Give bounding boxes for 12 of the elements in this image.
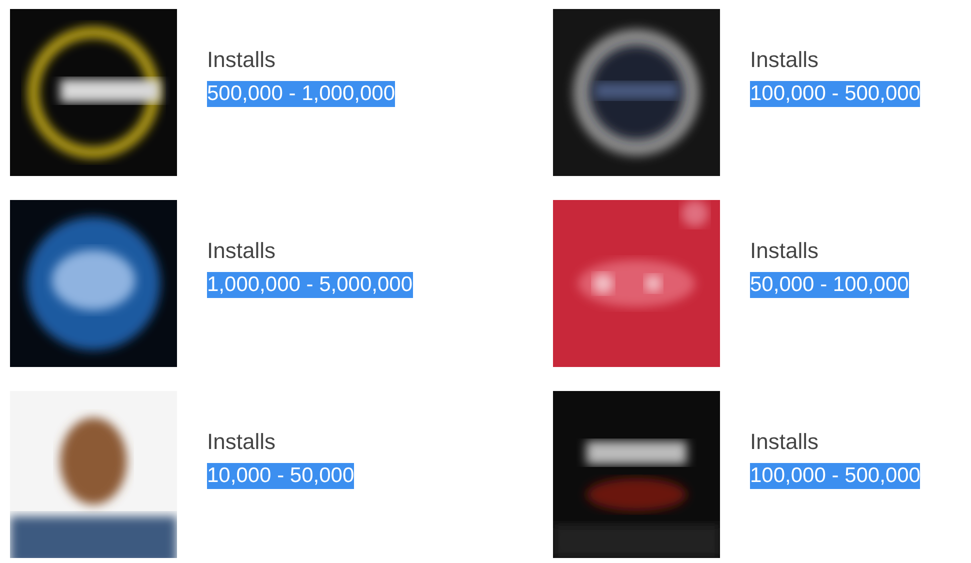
install-count: 10,000 - 50,000: [207, 463, 354, 489]
installs-label: Installs: [750, 429, 820, 455]
install-count: 100,000 - 500,000: [750, 81, 920, 107]
installs-label: Installs: [750, 47, 820, 73]
installs-label: Installs: [207, 429, 276, 455]
install-count: 500,000 - 1,000,000: [207, 81, 395, 107]
installs-label: Installs: [750, 238, 820, 264]
installs-label: Installs: [207, 47, 276, 73]
install-count: 100,000 - 500,000: [750, 463, 920, 489]
installs-label: Installs: [207, 238, 276, 264]
install-count: 50,000 - 100,000: [750, 272, 909, 298]
install-count: 1,000,000 - 5,000,000: [207, 272, 413, 298]
